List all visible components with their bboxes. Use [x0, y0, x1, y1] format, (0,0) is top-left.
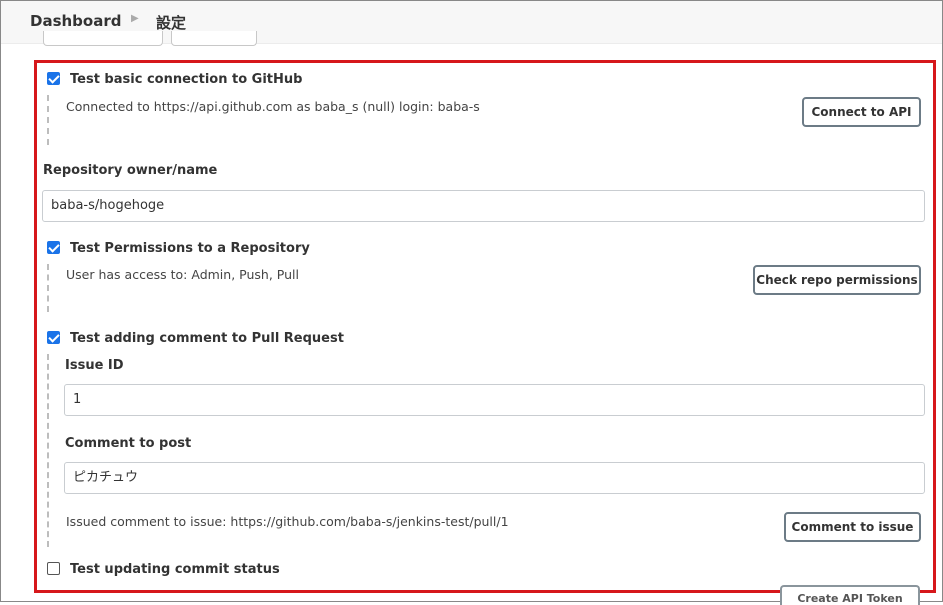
basic-connection-result: Connected to https://api.github.com as b…: [66, 99, 480, 114]
partial-button-top[interactable]: [171, 31, 257, 46]
connect-to-api-button[interactable]: Connect to API: [802, 97, 921, 127]
breadcrumb-separator-icon: ▶: [131, 13, 139, 24]
test-basic-connection-label: Test basic connection to GitHub: [70, 72, 303, 87]
repository-label: Repository owner/name: [43, 163, 218, 178]
comment-to-post-label: Comment to post: [65, 436, 192, 451]
indent-guide: [47, 95, 49, 145]
test-basic-connection-checkbox[interactable]: [47, 72, 60, 85]
test-comment-label: Test adding comment to Pull Request: [70, 331, 344, 346]
comment-result: Issued comment to issue: https://github.…: [66, 514, 509, 529]
breadcrumb-dashboard[interactable]: Dashboard: [30, 12, 121, 30]
permissions-result: User has access to: Admin, Push, Pull: [66, 267, 299, 282]
test-comment-checkbox[interactable]: [47, 331, 60, 344]
check-repo-permissions-button[interactable]: Check repo permissions: [753, 265, 921, 295]
comment-to-issue-button[interactable]: Comment to issue: [784, 512, 921, 542]
issue-id-input[interactable]: 1: [64, 384, 925, 416]
partial-input-top[interactable]: [43, 31, 163, 46]
indent-guide: [47, 264, 49, 312]
indent-guide: [47, 354, 49, 547]
comment-input[interactable]: ピカチュウ: [64, 462, 925, 494]
repository-input[interactable]: baba-s/hogehoge: [42, 190, 925, 222]
issue-id-label: Issue ID: [65, 358, 124, 373]
test-permissions-label: Test Permissions to a Repository: [70, 241, 310, 256]
test-commit-status-label: Test updating commit status: [70, 562, 280, 577]
breadcrumb-current: 設定: [156, 14, 187, 32]
test-commit-status-checkbox[interactable]: [47, 562, 60, 575]
create-api-token-button[interactable]: Create API Token: [780, 585, 920, 605]
test-permissions-checkbox[interactable]: [47, 241, 60, 254]
